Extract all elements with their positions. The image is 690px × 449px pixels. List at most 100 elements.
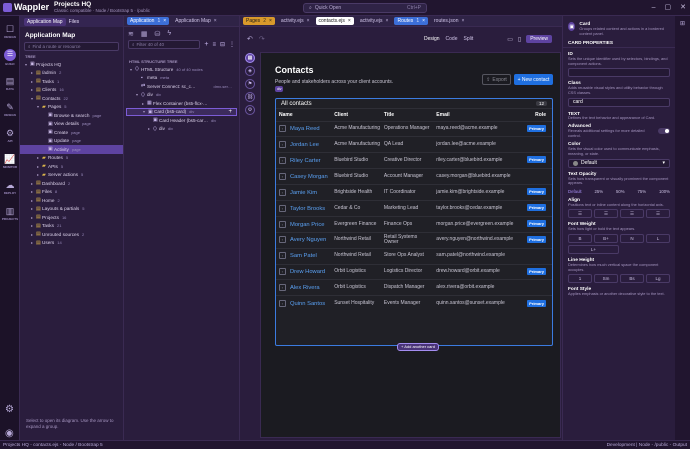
route-search-input[interactable]: ⌕ Find a route or resource [24,42,119,51]
events-icon[interactable]: ⚑ [245,79,255,89]
opacity-option[interactable]: 100% [659,189,670,194]
pin-icon[interactable]: ⊞ [675,20,690,27]
close-icon[interactable]: × [461,18,464,24]
tree-item[interactable]: ▾ ▰ Pages 5 [20,103,123,112]
table-row[interactable]: ▫ Riley Carter Bluebird Studio Creative Dir… [276,152,552,169]
data-icon[interactable]: ⛁ [155,30,161,38]
tab-application-map[interactable]: Application Map × [172,17,220,25]
tree-item[interactable]: ▸ ▤ Users 14 [20,239,123,248]
contact-name-cell[interactable]: ▫ Taylor Brooks [276,199,332,217]
contact-name-cell[interactable]: ▫ Avery Nguyen [276,231,332,249]
line-height-option[interactable]: Sm [594,274,618,284]
rail-item-api[interactable]: ⚙ API [0,122,20,148]
column-header[interactable]: Email [433,109,513,121]
avatar-icon[interactable]: ◉ [5,428,14,439]
rail-item-data[interactable]: ▤ DATA [0,70,20,96]
mode-design[interactable]: Design [424,36,440,42]
column-header[interactable]: Name [276,109,331,121]
align-option[interactable]: ☰ [594,209,618,219]
structure-item[interactable]: ▸ ▦ Flex Container (bs5-flcx-… [126,99,237,108]
structure-item[interactable]: ⇄ Server Connect: sc_c… dmx-ser… [126,82,237,91]
tab-activity-ejs[interactable]: activity.ejs × [357,17,392,25]
link-icon[interactable]: ⛓ [245,92,255,102]
rail-item-monitor[interactable]: 📈 MONITOR [0,148,20,174]
structure-item[interactable]: ▾ ⟨⟩ div div [126,91,237,100]
rail-item-design[interactable]: ☐ DESIGN [0,18,20,44]
structure-item[interactable]: ▪ meta meta [126,74,237,83]
font-weight-option[interactable]: L [646,233,670,243]
structure-item[interactable]: ▣ Card Header (bs5-car… div [126,116,237,125]
maximize-icon[interactable]: ▢ [665,3,681,11]
align-option[interactable]: ☰ [568,209,592,219]
close-icon[interactable]: ✕ [680,3,686,11]
close-icon[interactable]: × [214,18,217,24]
opacity-option[interactable]: 50% [616,189,625,194]
close-icon[interactable]: × [163,18,166,24]
tab-files[interactable]: Files [69,19,80,25]
table-row[interactable]: ▫ Taylor Brooks Cedar & Co Marketing Lead ta… [276,199,552,217]
close-icon[interactable]: × [307,18,310,24]
undo-icon[interactable]: ↶ [247,35,253,43]
line-height-option[interactable]: Lg [646,274,670,284]
contact-name-cell[interactable]: ▫ Sam Patel [276,247,332,265]
contact-name-cell[interactable]: ▫ Jamie Kim [276,184,332,201]
tab-activity-ejs[interactable]: activity.ejs × [278,17,313,25]
tree-item[interactable]: ▸ ▤/admin 2 [20,69,123,78]
tree-item[interactable]: ▸ ▰ Routes 5 [20,154,123,163]
new-contact-button[interactable]: + New contact [514,74,553,85]
tree-item[interactable]: ▾ ▣ Projects HQ [20,60,123,69]
tree-item[interactable]: ▸ ▤ Unrouted sources 2 [20,230,123,239]
table-row[interactable]: ▫ Maya Reed Acme Manufacturing Operations M… [276,120,552,137]
line-height-option[interactable]: Bs [620,274,644,284]
contact-name-cell[interactable]: ▫ Jordan Lee [276,136,332,153]
device-desktop-icon[interactable]: ▭ [507,36,513,43]
tree-item[interactable]: ▸ ▤ Dashboard 2 [20,179,123,188]
add-icon[interactable]: + [204,41,208,48]
rail-item-design[interactable]: ✎ DESIGN [0,96,20,122]
column-header[interactable]: Client [331,109,381,121]
mode-code[interactable]: Code [446,36,458,42]
export-button[interactable]: ⇪ Export [482,74,511,85]
structure-filter-input[interactable]: ⌕ Filter 40 of 40 [128,40,201,49]
rail-item-deploy[interactable]: ☁ DEPLOY [0,174,20,200]
tree-item[interactable]: ▸ ▰ APIs 5 [20,162,123,171]
tree-item[interactable]: ▸ ▤ Projects 16 [20,213,123,222]
tree-item[interactable]: ▸ ▤ Tasks 21 [20,222,123,231]
minimize-icon[interactable]: – [652,4,665,11]
contacts-card[interactable]: All contacts 12 Name Client Title Email Role… [275,98,553,346]
tree-item[interactable]: ▸ ▤ Home 2 [20,196,123,205]
opacity-option[interactable]: Default [568,189,582,194]
line-height-option[interactable]: 1 [568,274,592,284]
contact-name-cell[interactable]: ▫ Maya Reed [276,120,332,137]
tab-application-map[interactable]: Application Map [24,17,66,26]
tree-item[interactable]: ▣ Create page [20,128,123,137]
table-row[interactable]: ▫ Jordan Lee Acme Manufacturing QA Lead jord… [276,136,552,153]
table-row[interactable]: ▫ Alex Rivera Orbit Logistics Dispatch Mana… [276,279,552,296]
tree-item[interactable]: ▸ ▰ Server actions 5 [20,171,123,180]
tree-item[interactable]: ▾ ▤ Contacts 22 [20,94,123,103]
layers-icon[interactable]: ≋ [128,30,134,38]
table-row[interactable]: ▫ Avery Nguyen Northwind Retail Retail Syst… [276,231,552,249]
font-weight-option[interactable]: L+ [568,244,619,254]
add-another-card-button[interactable]: + Add another card [397,343,439,351]
contact-name-cell[interactable]: ▫ Drew Howard [276,263,332,280]
redo-icon[interactable]: ↷ [259,35,265,43]
structure-item[interactable]: ▸ ⟨⟩ div div [126,125,237,134]
contact-name-cell[interactable]: ▫ Alex Rivera [276,279,332,296]
structure-item[interactable]: ▾ ▣ Card (bs5-card) div + [126,107,237,116]
table-row[interactable]: ▫ Drew Howard Orbit Logistics Logistics Dir… [276,263,552,280]
more-icon[interactable]: ⋮ [229,41,235,48]
add-child-icon[interactable]: + [228,109,232,115]
device-mobile-icon[interactable]: ▯ [518,36,521,43]
contact-name-cell[interactable]: ▫ Quinn Santos [276,295,332,312]
list-icon[interactable]: ≡ [212,42,216,48]
mode-split[interactable]: Split [463,36,473,42]
gear-icon[interactable]: ⚙ [5,404,14,415]
bolt-icon[interactable]: ϟ [167,30,171,37]
close-icon[interactable]: × [348,18,351,24]
preview-button[interactable]: Preview [526,35,552,43]
table-row[interactable]: ▫ Sam Patel Northwind Retail Store Ops Anal… [276,247,552,265]
tree-item[interactable]: ▣ Activity page [20,145,123,154]
table-row[interactable]: ▫ Morgan Price Evergreen Finance Finance Op… [276,215,552,233]
collapse-icon[interactable]: ⊟ [220,41,225,48]
